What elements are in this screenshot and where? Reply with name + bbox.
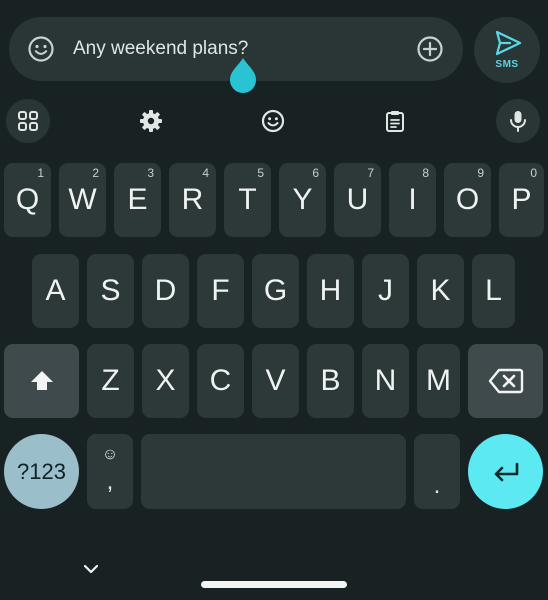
emoji-small-icon: ☺ — [101, 446, 119, 463]
emoji-icon — [261, 109, 285, 133]
apps-grid-icon — [18, 111, 38, 131]
key-i[interactable]: 8 I — [389, 163, 436, 237]
enter-key[interactable] — [468, 434, 543, 509]
backspace-key[interactable] — [468, 344, 543, 418]
enter-arrow-icon — [494, 462, 518, 481]
key-g[interactable]: G — [252, 254, 299, 328]
key-t[interactable]: 5 T — [224, 163, 271, 237]
key-a[interactable]: A — [32, 254, 79, 328]
send-icon — [495, 30, 522, 56]
key-x[interactable]: X — [142, 344, 189, 418]
key-k[interactable]: K — [417, 254, 464, 328]
key-w[interactable]: 2 W — [59, 163, 106, 237]
message-text[interactable]: Any weekend plans? — [73, 36, 248, 62]
symbols-mode-key[interactable]: ?123 — [4, 434, 79, 509]
shift-arrow-icon — [30, 371, 53, 390]
key-p[interactable]: 0 P — [499, 163, 544, 237]
key-h[interactable]: H — [307, 254, 354, 328]
key-l[interactable]: L — [472, 254, 515, 328]
voice-input-button[interactable] — [496, 99, 540, 143]
key-r[interactable]: 4 R — [169, 163, 216, 237]
key-m[interactable]: M — [417, 344, 460, 418]
settings-button[interactable] — [129, 99, 173, 143]
key-s[interactable]: S — [87, 254, 134, 328]
text-cursor-handle[interactable] — [229, 58, 257, 94]
send-type-label: SMS — [495, 59, 519, 70]
key-c[interactable]: C — [197, 344, 244, 418]
apps-grid-button[interactable] — [6, 99, 50, 143]
key-f[interactable]: F — [197, 254, 244, 328]
key-y[interactable]: 6 Y — [279, 163, 326, 237]
comma-emoji-key[interactable]: ☺ , — [87, 434, 133, 509]
emoji-button[interactable] — [251, 99, 295, 143]
key-d[interactable]: D — [142, 254, 189, 328]
add-circle-icon[interactable] — [416, 35, 444, 63]
period-key[interactable]: . — [414, 434, 460, 509]
home-gesture-bar[interactable] — [201, 581, 347, 588]
key-u[interactable]: 7 U — [334, 163, 381, 237]
chevron-down-icon[interactable] — [82, 562, 100, 576]
clipboard-icon — [386, 111, 404, 132]
key-b[interactable]: B — [307, 344, 354, 418]
emoji-smile-icon[interactable] — [27, 35, 55, 63]
key-q[interactable]: 1 Q — [4, 163, 51, 237]
settings-icon — [140, 110, 162, 132]
key-z[interactable]: Z — [87, 344, 134, 418]
clipboard-button[interactable] — [373, 99, 417, 143]
key-v[interactable]: V — [252, 344, 299, 418]
send-sms-button[interactable]: SMS — [474, 17, 540, 83]
space-bar[interactable] — [141, 434, 406, 509]
shift-key[interactable] — [4, 344, 79, 418]
key-j[interactable]: J — [362, 254, 409, 328]
key-n[interactable]: N — [362, 344, 409, 418]
keyboard-screen: Any weekend plans? SMS 1 Q 2 W 3 E 4 R 5… — [0, 0, 548, 600]
microphone-icon — [510, 111, 526, 132]
backspace-icon — [488, 368, 523, 394]
key-o[interactable]: 9 O — [444, 163, 491, 237]
key-e[interactable]: 3 E — [114, 163, 161, 237]
